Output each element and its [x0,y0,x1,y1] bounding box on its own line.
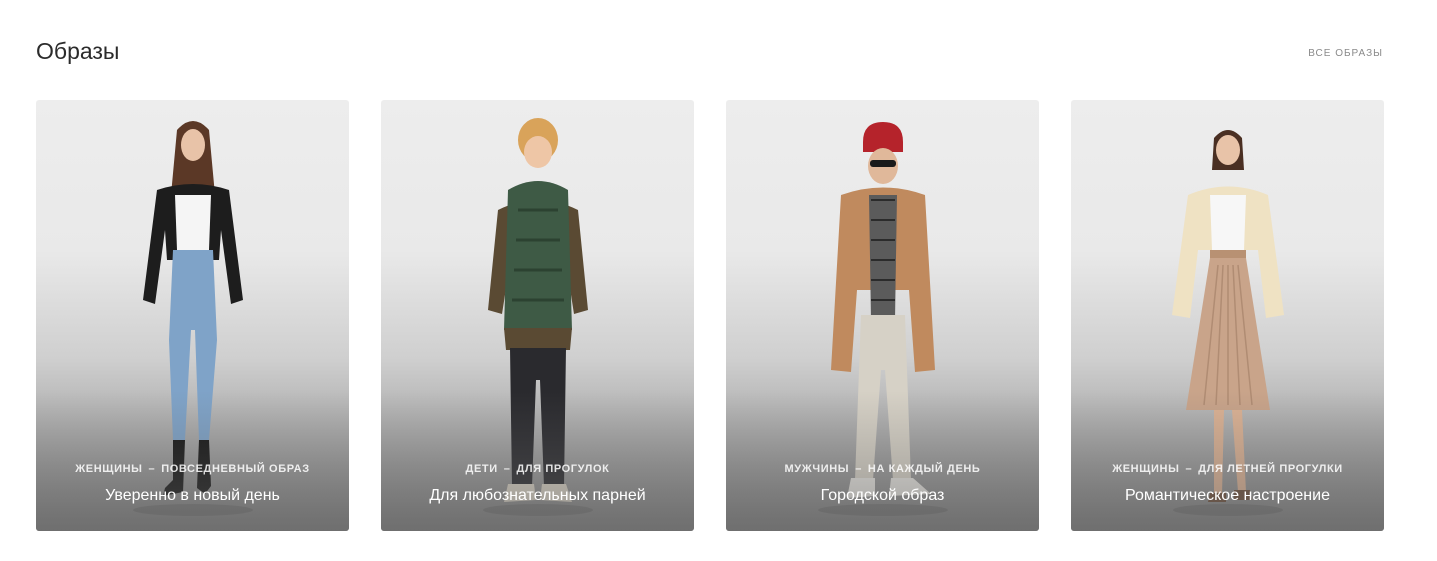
section-title: Образы [36,38,120,64]
card-tags: ЖЕНЩИНЫ – ПОВСЕДНЕВНЫЙ ОБРАЗ [36,463,349,475]
card-tags: МУЖЧИНЫ – НА КАЖДЫЙ ДЕНЬ [726,463,1039,475]
card-tags: ЖЕНЩИНЫ – ДЛЯ ЛЕТНЕЙ ПРОГУЛКИ [1071,463,1384,475]
look-card-3[interactable]: МУЖЧИНЫ – НА КАЖДЫЙ ДЕНЬ Городской образ [726,100,1039,531]
card-subcategory: НА КАЖДЫЙ ДЕНЬ [867,463,981,475]
card-tag-separator: – [855,463,862,475]
card-subcategory: ДЛЯ ПРОГУЛОК [516,463,610,475]
card-category: ДЕТИ [465,463,498,475]
card-category: ЖЕНЩИНЫ [1112,463,1180,475]
look-card-4[interactable]: ЖЕНЩИНЫ – ДЛЯ ЛЕТНЕЙ ПРОГУЛКИ Романтическо… [1071,100,1384,531]
card-caption: ЖЕНЩИНЫ – ПОВСЕДНЕВНЫЙ ОБРАЗ Уверенно в но… [36,463,349,505]
card-shade [381,391,694,531]
looks-section: Образы ВСЕ ОБРАЗЫ ЖЕНЩИНЫ – ПОВСЕДНЕВНЫЙ… [0,0,1437,561]
look-card-2[interactable]: ДЕТИ – ДЛЯ ПРОГУЛОК Для любознательных пар… [381,100,694,531]
card-category: ЖЕНЩИНЫ [75,463,143,475]
card-title: Городской образ [820,487,945,504]
card-subcategory: ДЛЯ ЛЕТНЕЙ ПРОГУЛКИ [1198,463,1343,475]
card-title: Романтическое настроение [1125,487,1330,504]
card-category: МУЖЧИНЫ [784,463,850,475]
card-tag-separator: – [503,463,511,475]
card-subcategory: ПОВСЕДНЕВНЫЙ ОБРАЗ [161,463,310,475]
card-shade [1071,391,1384,531]
all-looks-link[interactable]: ВСЕ ОБРАЗЫ [1308,48,1383,59]
card-caption: ДЕТИ – ДЛЯ ПРОГУЛОК Для любознательных пар… [381,463,694,505]
card-tag-separator: – [1185,463,1193,475]
card-shade [36,391,349,531]
look-card-1[interactable]: ЖЕНЩИНЫ – ПОВСЕДНЕВНЫЙ ОБРАЗ Уверенно в но… [36,100,349,531]
card-title: Уверенно в новый день [105,487,280,504]
card-caption: ЖЕНЩИНЫ – ДЛЯ ЛЕТНЕЙ ПРОГУЛКИ Романтическо… [1071,463,1384,505]
looks-cards: ЖЕНЩИНЫ – ПОВСЕДНЕВНЫЙ ОБРАЗ Уверенно в но… [36,100,1384,531]
card-shade [726,391,1039,531]
card-tags: ДЕТИ – ДЛЯ ПРОГУЛОК [381,463,694,475]
card-title: Для любознательных парней [429,487,646,504]
card-tag-separator: – [148,463,156,475]
card-caption: МУЖЧИНЫ – НА КАЖДЫЙ ДЕНЬ Городской образ [726,463,1039,505]
